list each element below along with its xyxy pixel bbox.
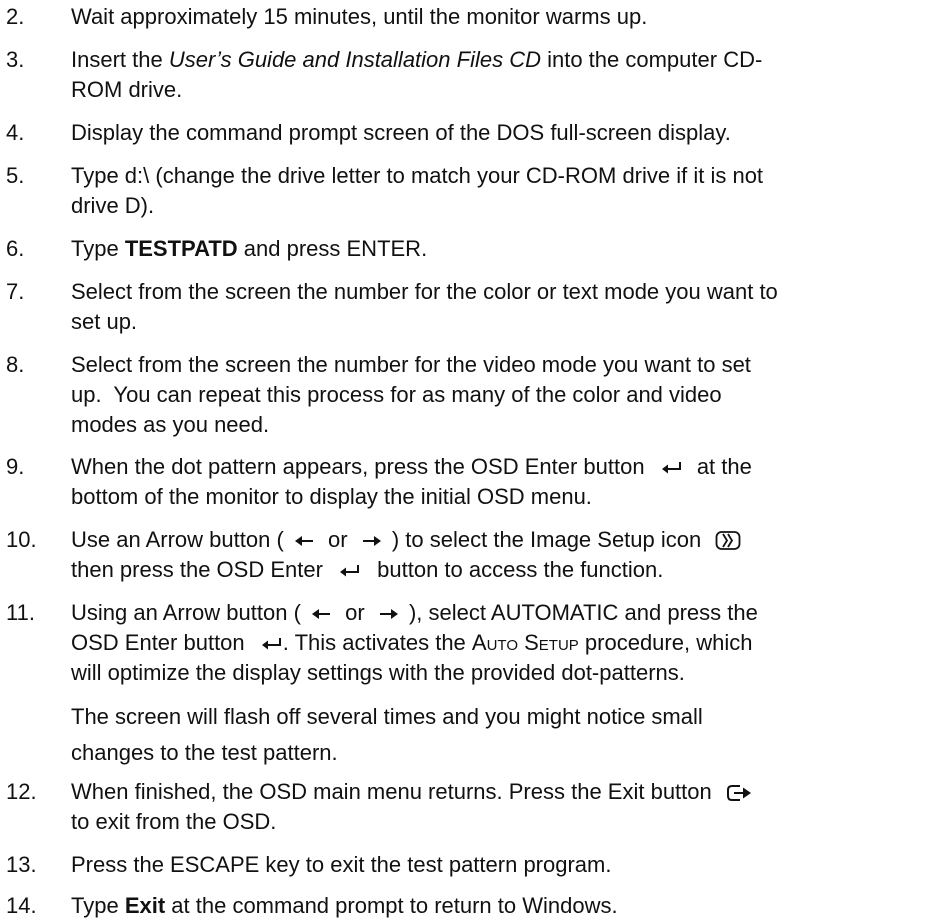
step-text: When finished, the OSD main menu returns… [71, 777, 921, 837]
cd-title: User’s Guide and Installation Files CD [168, 47, 541, 72]
image-setup-icon [715, 530, 741, 552]
step-number: 6. [6, 236, 25, 261]
enter-icon [261, 637, 283, 651]
step-number: 5. [6, 163, 25, 188]
step-number: 3. [6, 47, 25, 72]
step-number: 11. [6, 600, 35, 625]
step-number: 4. [6, 120, 25, 145]
step-number: 13. [6, 852, 37, 877]
step-number: 8. [6, 352, 25, 377]
step-text: Type TESTPATD and press ENTER. [71, 236, 428, 261]
step-text: Use an Arrow button ( or ) to select the… [71, 525, 921, 585]
left-arrow-icon [311, 608, 331, 620]
step-11-note: The screen will flash off several times … [71, 704, 703, 765]
step-text: Select from the screen the number for th… [71, 352, 751, 437]
step-text: Type d:\ (change the drive letter to mat… [71, 163, 764, 218]
command-name: TESTPATD [124, 236, 238, 261]
instruction-page: 2. Wait approximately 15 minutes, until … [0, 0, 925, 923]
left-arrow-icon [294, 535, 314, 547]
right-arrow-icon [379, 608, 399, 620]
step-text: Select from the screen the number for th… [71, 279, 778, 334]
step-text: When the dot pattern appears, press the … [71, 454, 752, 509]
step-text: Using an Arrow button ( or ), select AUT… [71, 600, 758, 685]
step-text: Press the ESCAPE key to exit the test pa… [71, 852, 612, 877]
step-text: Type Exit at the command prompt to retur… [71, 893, 618, 918]
step-text: Insert the User’s Guide and Installation… [71, 47, 763, 102]
step-text: Wait approximately 15 minutes, until the… [71, 4, 648, 29]
step-number: 12. [6, 779, 37, 804]
right-arrow-icon [362, 535, 382, 547]
step-number: 2. [6, 4, 25, 29]
step-number: 7. [6, 279, 25, 304]
auto-setup-label: Auto Setup [471, 630, 579, 655]
step-number: 9. [6, 454, 25, 479]
step-text: Display the command prompt screen of the… [71, 120, 731, 145]
step-number: 14. [6, 893, 37, 918]
enter-icon [661, 461, 683, 475]
enter-icon [339, 564, 361, 578]
command-name: Exit [124, 893, 166, 918]
step-number: 10. [6, 527, 37, 552]
exit-icon [726, 783, 752, 803]
